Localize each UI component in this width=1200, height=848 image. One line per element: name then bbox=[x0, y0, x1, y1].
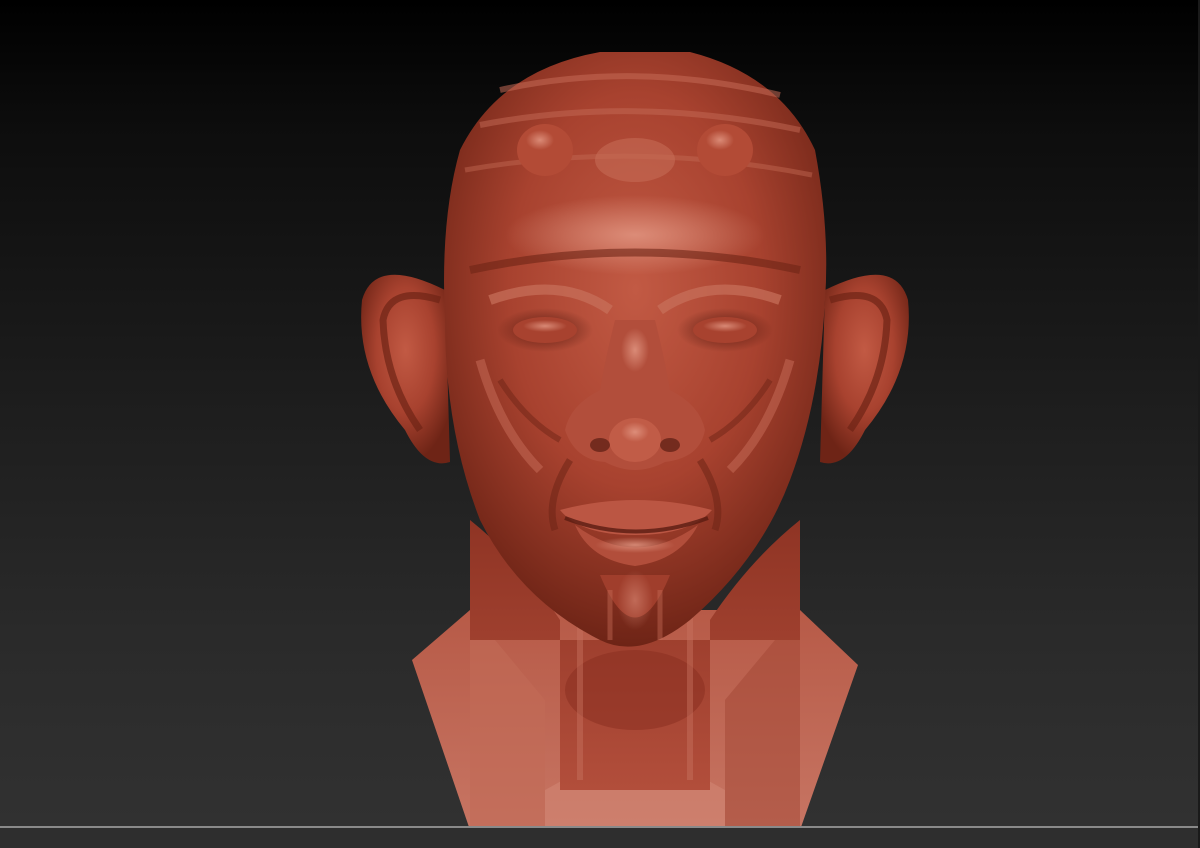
left-ear bbox=[361, 274, 450, 464]
bottom-panel bbox=[0, 828, 1200, 848]
right-eye bbox=[677, 308, 773, 352]
sculpt-viewport[interactable] bbox=[0, 0, 1200, 848]
right-ear bbox=[820, 274, 909, 464]
left-eye bbox=[497, 308, 593, 352]
sculpt-canvas[interactable] bbox=[0, 0, 1200, 848]
